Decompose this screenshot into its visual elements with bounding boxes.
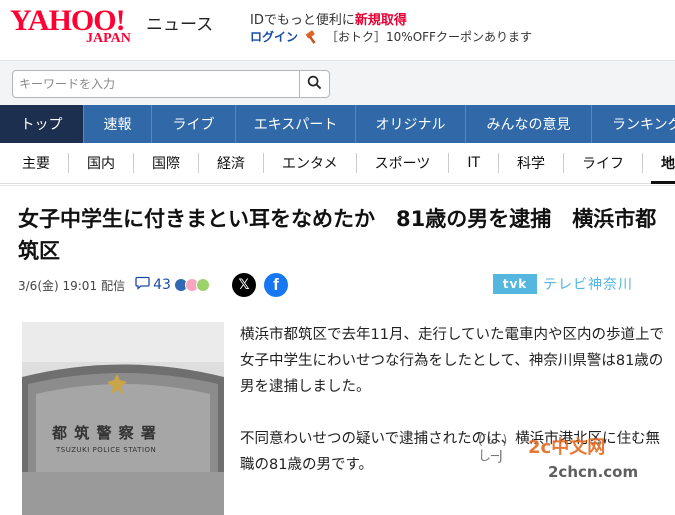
search-box	[12, 70, 330, 98]
publish-datetime: 3/6(金) 19:01	[18, 278, 98, 293]
category-main[interactable]: 主要	[0, 153, 68, 173]
comment-link[interactable]: 43	[135, 276, 171, 294]
watermark-face-icon: ( ̄ω ̄) し─J	[478, 433, 508, 464]
site-watermark: ( ̄ω ̄) し─J 2c中文网 2chcn.com	[478, 433, 648, 499]
reaction-icons[interactable]	[173, 278, 210, 292]
search-input[interactable]	[19, 75, 299, 93]
login-link[interactable]: ログイン	[250, 28, 298, 45]
comment-icon	[135, 276, 150, 294]
login-promo: ログイン ［おトク］10%OFFクーポンあります	[250, 28, 532, 45]
nav-original[interactable]: オリジナル	[356, 105, 466, 143]
article-photo[interactable]: 都 筑 警 察 署 TSUZUKI POLICE STATION	[22, 322, 224, 515]
category-nav: 主要 国内 国際 経済 エンタメ スポーツ IT 科学 ライフ 地域	[0, 143, 675, 184]
nav-breaking[interactable]: 速報	[84, 105, 152, 143]
search-button[interactable]	[299, 71, 329, 97]
yahoo-logo[interactable]: YAHOO! JAPAN	[10, 6, 131, 46]
facebook-logo-icon: f	[273, 275, 279, 294]
watermark-text: 2c中文网	[528, 437, 606, 458]
tvk-logo-icon: tvk	[493, 274, 537, 294]
category-science[interactable]: 科学	[498, 153, 563, 173]
coupon-link[interactable]: ［おトク］10%OFFクーポンあります	[326, 28, 532, 45]
main-nav: トップ 速報 ライブ エキスパート オリジナル みんなの意見 ランキング	[0, 105, 675, 143]
nav-expert[interactable]: エキスパート	[236, 105, 356, 143]
article-paragraph: 横浜市都筑区で去年11月、走行していた電車内や区内の歩道上で女子中学生にわいせつ…	[240, 327, 665, 395]
signup-promo: IDでもっと便利に新規取得	[250, 9, 407, 28]
nav-live[interactable]: ライブ	[152, 105, 236, 143]
category-sports[interactable]: スポーツ	[355, 153, 449, 173]
search-bar-area	[0, 60, 675, 105]
news-label[interactable]: ニュース	[146, 10, 213, 35]
watermark-url: 2chcn.com	[548, 463, 639, 481]
share-facebook-button[interactable]: f	[264, 273, 288, 297]
category-life[interactable]: ライフ	[563, 153, 642, 173]
article-headline: 女子中学生に付きまとい耳をなめたか 81歳の男を逮捕 横浜市都筑区	[18, 207, 657, 263]
category-world[interactable]: 国際	[133, 153, 198, 173]
logo-subtext: JAPAN	[86, 31, 131, 46]
auction-hammer-icon	[304, 29, 320, 45]
category-local[interactable]: 地域	[642, 153, 675, 184]
publish-status: 配信	[101, 278, 126, 293]
nav-top[interactable]: トップ	[0, 105, 84, 143]
category-entertainment[interactable]: エンタメ	[263, 153, 356, 173]
category-economy[interactable]: 経済	[198, 153, 263, 173]
share-x-button[interactable]: 𝕏	[232, 273, 256, 297]
nav-opinions[interactable]: みんなの意見	[466, 105, 592, 143]
search-icon	[307, 75, 322, 94]
signup-link[interactable]: 新規取得	[355, 13, 407, 28]
police-sign-text: 都 筑 警 察 署	[52, 424, 157, 442]
comment-count: 43	[153, 277, 171, 293]
site-header: YAHOO! JAPAN ニュース IDでもっと便利に新規取得 ログイン ［おト…	[0, 0, 675, 60]
police-sign-subtext: TSUZUKI POLICE STATION	[56, 446, 157, 454]
x-logo-icon: 𝕏	[238, 277, 250, 293]
category-domestic[interactable]: 国内	[68, 153, 133, 173]
category-it[interactable]: IT	[448, 153, 498, 173]
article: 女子中学生に付きまとい耳をなめたか 81歳の男を逮捕 横浜市都筑区 3/6(金)…	[0, 185, 675, 515]
article-meta: 3/6(金) 19:01 配信 43	[18, 276, 210, 294]
reaction-insight-icon	[195, 278, 210, 292]
signup-promo-text: IDでもっと便利に	[250, 13, 355, 28]
source-name: テレビ神奈川	[543, 277, 633, 293]
source-provider[interactable]: tvk テレビ神奈川	[493, 274, 633, 294]
nav-ranking[interactable]: ランキング	[592, 105, 675, 143]
